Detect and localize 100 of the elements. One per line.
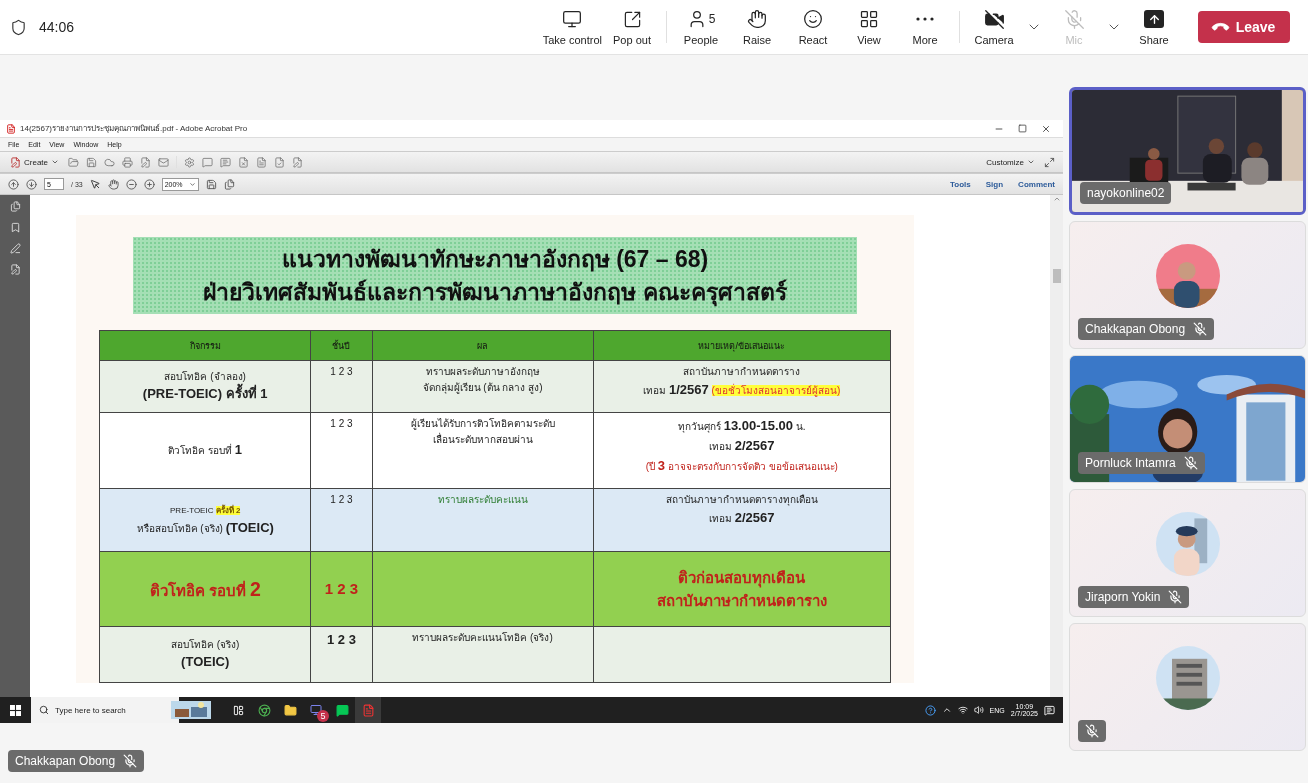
save-icon[interactable] [86, 156, 97, 168]
mail-icon[interactable] [158, 156, 169, 168]
file-edit-icon[interactable] [292, 156, 303, 168]
participant-name: Chakkapan Obong [15, 754, 116, 768]
react-button[interactable]: React [785, 4, 841, 50]
hand-icon [747, 9, 767, 29]
folder-icon[interactable] [283, 703, 297, 717]
take-control-button[interactable]: Take control [540, 4, 604, 50]
table-cell: 1 2 3 [310, 551, 373, 627]
cloud-icon[interactable] [104, 156, 115, 168]
zoom-out-icon[interactable] [125, 178, 137, 190]
view-button[interactable]: View [841, 4, 897, 50]
column-header: ผล [372, 330, 593, 361]
participant-tile[interactable]: nayokonline02 [1069, 87, 1306, 215]
wifi-icon[interactable] [957, 705, 968, 715]
notifications-icon[interactable] [1044, 704, 1055, 716]
hand-tool-icon[interactable] [107, 178, 119, 190]
table-cell: สอบโทอิค (จริง) (TOEIC) [99, 626, 311, 683]
column-header: หมายเหตุ/ข้อเสนอแนะ [593, 330, 891, 361]
pop-out-icon [622, 9, 642, 29]
column-header: ชั้นปี [310, 330, 373, 361]
notification-badge: 5 [317, 710, 329, 722]
close-icon[interactable] [1041, 123, 1051, 134]
pen-icon[interactable] [9, 243, 21, 254]
file-edit-icon [10, 156, 21, 168]
table-cell: 1 2 3 [310, 488, 373, 552]
printer-icon[interactable] [122, 156, 133, 168]
people-count: 5 [708, 12, 716, 26]
pages-icon[interactable] [9, 201, 21, 212]
customize-button[interactable]: Customize [984, 157, 1037, 167]
table-cell: ติวโทอิค รอบที่ 2 [99, 551, 311, 627]
file-x-icon[interactable] [238, 156, 249, 168]
signature-icon[interactable] [9, 264, 21, 275]
select-tool-icon[interactable] [89, 178, 101, 190]
previous-page-icon[interactable] [8, 178, 19, 190]
more-button[interactable]: More [897, 4, 953, 50]
participant-tile[interactable] [1069, 623, 1306, 751]
task-view-icon[interactable] [232, 704, 244, 716]
browser-icon[interactable] [257, 703, 271, 717]
raise-button[interactable]: Raise [729, 4, 785, 50]
leave-button[interactable]: Leave [1198, 11, 1290, 43]
taskbar-search-field[interactable]: Type here to search [31, 697, 179, 723]
call-timer: 44:06 [39, 19, 75, 35]
table-cell: ติวโทอิค รอบที่ 1 [99, 412, 311, 489]
smile-icon [803, 9, 823, 29]
chevron-icon[interactable] [941, 705, 952, 715]
shield-icon [10, 18, 27, 36]
table-cell: 1 2 3 [310, 626, 373, 683]
participant-tile[interactable]: Pornluck Intamra [1069, 355, 1306, 483]
scrollbar-thumb[interactable] [1052, 269, 1061, 283]
caret-icon [188, 180, 196, 188]
chat-icon[interactable] [335, 703, 349, 717]
comment-icon[interactable] [202, 156, 213, 168]
gear-icon[interactable] [184, 156, 195, 168]
file-icon[interactable] [256, 156, 267, 168]
windows-icon[interactable] [10, 704, 21, 716]
slide-title: ฝ่ายวิเทศสัมพันธ์และการพัฒนาภาษาอังกฤษ คณะครุศาสตร์ [203, 277, 787, 308]
share-button[interactable]: Share [1126, 4, 1182, 50]
table-cell: ทุกวันศุกร์ 13.00-15.00 น. เทอม 2/2567 (ปี 3 อาจจะตรงกับการจัดติว ขอข้อเสนอแนะ) [593, 412, 891, 489]
window-title: 14(2567)รายงานการประชุมคุณภาพนิพนธ์.pdf - Adobe Acrobat Pro [20, 123, 249, 135]
pages-icon[interactable] [223, 178, 235, 190]
table-cell: ทราบผลระดับคะแนนโทอิค (จริง) [372, 626, 593, 683]
participant-tile[interactable]: Jiraporn Yokin [1069, 489, 1306, 617]
people-button[interactable]: 5 People [673, 4, 729, 50]
tool-link[interactable]: Comment [1018, 179, 1055, 189]
next-page-icon[interactable] [26, 178, 37, 190]
create-button[interactable]: Create [8, 156, 61, 168]
pdf-icon [6, 123, 16, 134]
participant-name: nayokonline02 [1087, 186, 1165, 200]
tool-link[interactable]: Tools [950, 179, 971, 189]
participant-tile[interactable]: Chakkapan Obong [1069, 221, 1306, 349]
participant-name: Pornluck Intamra [1085, 456, 1176, 470]
volume-icon[interactable] [973, 705, 984, 715]
participant-name: Chakkapan Obong [1085, 322, 1186, 336]
more-icon [916, 17, 934, 21]
pdf-icon[interactable] [361, 703, 375, 717]
table-cell: ติวก่อนสอบทุกเดือน สถาบันภาษากำหนดตาราง [593, 551, 891, 627]
slide-title: แนวทางพัฒนาทักษะภาษาอังกฤษ (67 – 68) [281, 245, 709, 275]
table-cell: สถาบันภาษากำหนดตารางทุกเดือน เทอม 2/2567 [593, 488, 891, 552]
table-cell: 1 2 3 [310, 412, 373, 489]
pop-out-button[interactable]: Pop out [604, 4, 660, 50]
scroll-up-icon[interactable] [1052, 195, 1061, 203]
edit-icon[interactable] [140, 156, 151, 168]
tool-link[interactable]: Sign [985, 179, 1004, 189]
maximize-icon[interactable] [1018, 123, 1027, 133]
camera-button[interactable]: Camera [966, 4, 1022, 50]
caret-icon [51, 158, 59, 166]
fit-page-icon[interactable] [205, 178, 217, 190]
monitor-icon[interactable] [310, 704, 322, 716]
bookmark-icon[interactable] [9, 222, 21, 233]
expand-icon[interactable] [1044, 156, 1055, 168]
zoom-in-icon[interactable] [143, 178, 155, 190]
table-cell: สถาบันภาษากำหนดตาราง เทอม 1/2567 (ขอชั่วโมงสอนอาจารย์ผู้สอน) [593, 360, 891, 413]
table-cell: ทราบผลระดับภาษาอังกฤษ จัดกลุ่มผู้เรียน (ต้น กลาง สูง) [372, 360, 593, 413]
search-icon [39, 705, 49, 715]
share-icon [1144, 10, 1164, 28]
note-icon[interactable] [220, 156, 231, 168]
help-icon[interactable] [924, 704, 936, 716]
caret-icon [1027, 158, 1035, 166]
file-check-icon[interactable] [274, 156, 285, 168]
